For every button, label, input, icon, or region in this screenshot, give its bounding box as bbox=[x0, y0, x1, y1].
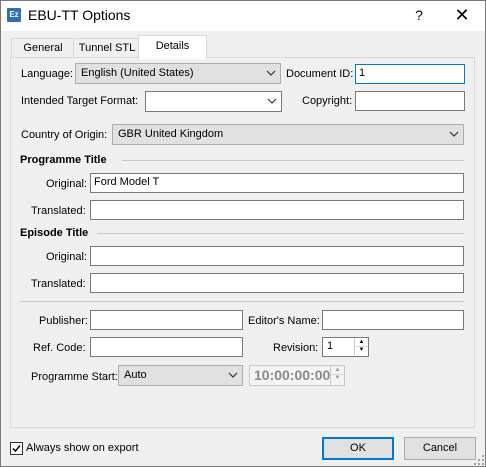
checkmark-icon bbox=[12, 445, 21, 453]
tab-general[interactable]: General bbox=[11, 38, 75, 58]
details-panel: Language: English (United States) Docume… bbox=[10, 57, 475, 428]
chevron-down-icon bbox=[267, 98, 277, 104]
publisher-input[interactable] bbox=[90, 310, 243, 330]
programme-start-label: Programme Start: bbox=[31, 371, 118, 383]
close-icon[interactable]: ✕ bbox=[442, 1, 482, 31]
episode-translated-label: Translated: bbox=[31, 278, 86, 290]
episode-original-input[interactable] bbox=[90, 246, 464, 266]
always-show-checkbox[interactable] bbox=[10, 442, 23, 455]
title-bar: Ez EBU-TT Options ? ✕ bbox=[1, 1, 485, 31]
section-divider bbox=[122, 160, 464, 161]
copyright-label: Copyright: bbox=[302, 95, 353, 107]
programme-translated-input[interactable] bbox=[90, 200, 464, 220]
tab-details[interactable]: Details bbox=[138, 35, 207, 59]
programme-start-time-stepper[interactable]: 10:00:00:00 ▲ ▼ bbox=[249, 365, 345, 386]
programme-translated-label: Translated: bbox=[31, 205, 86, 217]
language-select[interactable]: English (United States) bbox=[75, 63, 281, 84]
language-label: Language: bbox=[21, 68, 73, 80]
language-value: English (United States) bbox=[81, 67, 194, 79]
revision-stepper[interactable]: 1 ▲ ▼ bbox=[322, 337, 369, 357]
section-divider bbox=[20, 301, 464, 302]
document-id-input[interactable]: 1 bbox=[355, 64, 465, 84]
spin-down-icon[interactable]: ▼ bbox=[331, 374, 344, 382]
stepper-buttons: ▲ ▼ bbox=[354, 338, 368, 355]
revision-label: Revision: bbox=[273, 342, 319, 354]
chevron-down-icon bbox=[266, 70, 276, 76]
window-title: EBU-TT Options bbox=[28, 7, 131, 23]
ref-code-label: Ref. Code: bbox=[33, 342, 86, 354]
ok-button[interactable]: OK bbox=[322, 437, 394, 460]
revision-value: 1 bbox=[327, 340, 334, 352]
help-icon[interactable]: ? bbox=[399, 1, 439, 31]
always-show-label[interactable]: Always show on export bbox=[26, 442, 139, 454]
section-divider bbox=[97, 233, 464, 234]
app-icon: Ez bbox=[7, 8, 21, 22]
ref-code-input[interactable] bbox=[90, 337, 243, 357]
country-value: GBR United Kingdom bbox=[118, 128, 224, 140]
copyright-input[interactable] bbox=[355, 91, 465, 111]
chevron-down-icon bbox=[449, 131, 459, 137]
dialog-window: Ez EBU-TT Options ? ✕ General Tunnel STL… bbox=[0, 0, 486, 467]
tab-strip: General Tunnel STL Details bbox=[1, 31, 485, 59]
cancel-button[interactable]: Cancel bbox=[404, 437, 476, 460]
episode-original-label: Original: bbox=[46, 251, 87, 263]
document-id-label: Document ID: bbox=[286, 68, 354, 80]
programme-start-mode-value: Auto bbox=[124, 369, 147, 381]
chevron-down-icon bbox=[228, 372, 238, 378]
episode-translated-input[interactable] bbox=[90, 273, 464, 293]
programme-original-input[interactable]: Ford Model T bbox=[90, 173, 464, 193]
publisher-label: Publisher: bbox=[39, 315, 88, 327]
spin-down-icon[interactable]: ▼ bbox=[355, 346, 368, 354]
stepper-buttons: ▲ ▼ bbox=[330, 366, 344, 385]
programme-start-time-value: 10:00:00:00 bbox=[254, 367, 331, 383]
country-label: Country of Origin: bbox=[21, 129, 108, 141]
target-format-label: Intended Target Format: bbox=[21, 95, 139, 107]
resize-grip-icon[interactable] bbox=[474, 455, 484, 465]
tab-tunnel-stl[interactable]: Tunnel STL bbox=[73, 38, 141, 58]
target-format-combo[interactable] bbox=[145, 91, 282, 112]
programme-title-heading: Programme Title bbox=[20, 154, 107, 166]
programme-original-label: Original: bbox=[46, 178, 87, 190]
editors-name-label: Editor's Name: bbox=[248, 315, 320, 327]
country-select[interactable]: GBR United Kingdom bbox=[112, 124, 464, 145]
editors-name-input[interactable] bbox=[322, 310, 464, 330]
programme-start-mode-select[interactable]: Auto bbox=[118, 365, 243, 386]
episode-title-heading: Episode Title bbox=[20, 227, 89, 239]
